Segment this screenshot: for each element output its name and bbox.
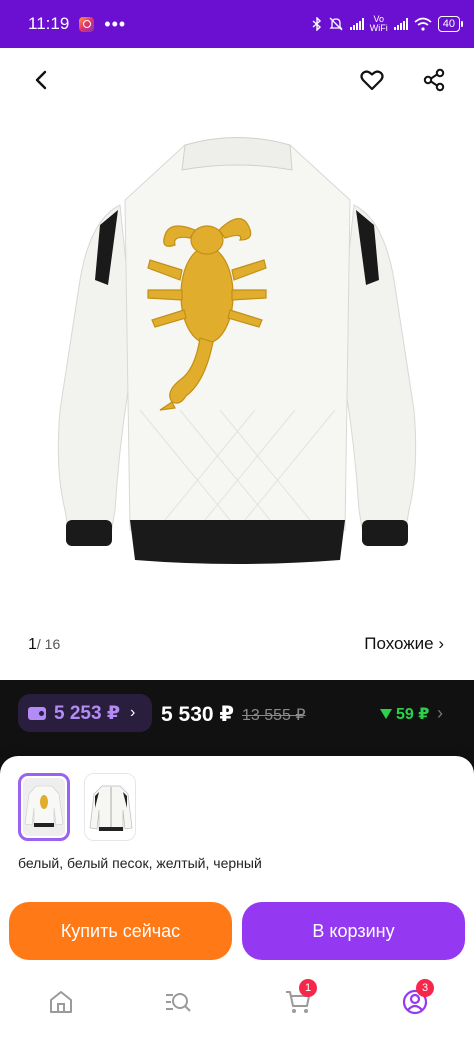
vowifi-bottom-label: WiFi <box>369 23 388 33</box>
cart-badge: 1 <box>299 979 317 997</box>
profile-badge: 3 <box>416 979 434 997</box>
catalog-search-icon <box>166 993 191 1012</box>
gallery-current: 1 <box>28 636 37 653</box>
jacket-photo <box>57 137 417 564</box>
current-price: 5 530 ₽ <box>161 703 234 726</box>
home-icon <box>50 991 72 1013</box>
tab-cart[interactable]: 1 <box>283 979 317 1017</box>
instagram-notification-icon <box>79 16 95 32</box>
status-time: 11:19 <box>28 14 70 33</box>
buy-now-button[interactable]: Купить сейчас <box>9 902 232 960</box>
wallet-price-pill[interactable]: 5 253 ₽ › <box>18 694 152 732</box>
tab-catalog[interactable] <box>163 987 193 1017</box>
wallet-icon <box>28 706 46 720</box>
tab-profile[interactable]: 3 <box>400 979 434 1017</box>
jacket-front-thumbnail <box>85 774 135 840</box>
mute-icon <box>329 17 343 31</box>
gallery-total: / 16 <box>36 636 61 652</box>
favorite-button[interactable] <box>358 66 386 94</box>
back-button[interactable] <box>28 66 56 94</box>
gallery-pager: 1/ 16 <box>28 636 60 654</box>
signal-strength-icon-2 <box>393 18 408 30</box>
variant-thumbnail-selected[interactable] <box>18 773 70 841</box>
variant-colors-text: белый, белый песок, желтый, черный <box>18 855 262 871</box>
bottom-tab-bar: 1 3 <box>0 975 474 1030</box>
down-triangle-icon <box>380 709 392 719</box>
share-button[interactable] <box>420 66 448 94</box>
old-price: 13 555 ₽ <box>242 707 306 724</box>
chevron-left-icon <box>35 70 47 90</box>
status-bar: 11:19 ••• Vo WiFi 40 <box>0 0 474 48</box>
vowifi-indicator: Vo WiFi <box>370 15 388 33</box>
wallet-price: 5 253 ₽ <box>54 702 121 724</box>
cashback-value: 59 ₽ <box>396 706 430 723</box>
bluetooth-icon <box>312 17 321 31</box>
jacket-back-thumbnail <box>23 778 65 836</box>
variant-thumbnail[interactable] <box>84 773 136 841</box>
wifi-icon <box>414 17 432 31</box>
share-icon <box>423 68 445 92</box>
heart-icon <box>360 70 384 91</box>
battery-indicator: 40 <box>437 16 464 32</box>
cashback-chevron-icon[interactable]: › <box>437 703 443 724</box>
more-notifications-icon: ••• <box>104 14 127 34</box>
signal-strength-icon <box>349 18 364 30</box>
tab-home[interactable] <box>46 987 76 1017</box>
chevron-right-icon: › <box>130 704 136 721</box>
product-image[interactable] <box>0 110 474 620</box>
add-to-cart-button[interactable]: В корзину <box>242 902 465 960</box>
similar-products-link[interactable]: Похожие › <box>364 634 444 654</box>
cashback-amount[interactable]: 59 ₽ <box>380 704 429 724</box>
